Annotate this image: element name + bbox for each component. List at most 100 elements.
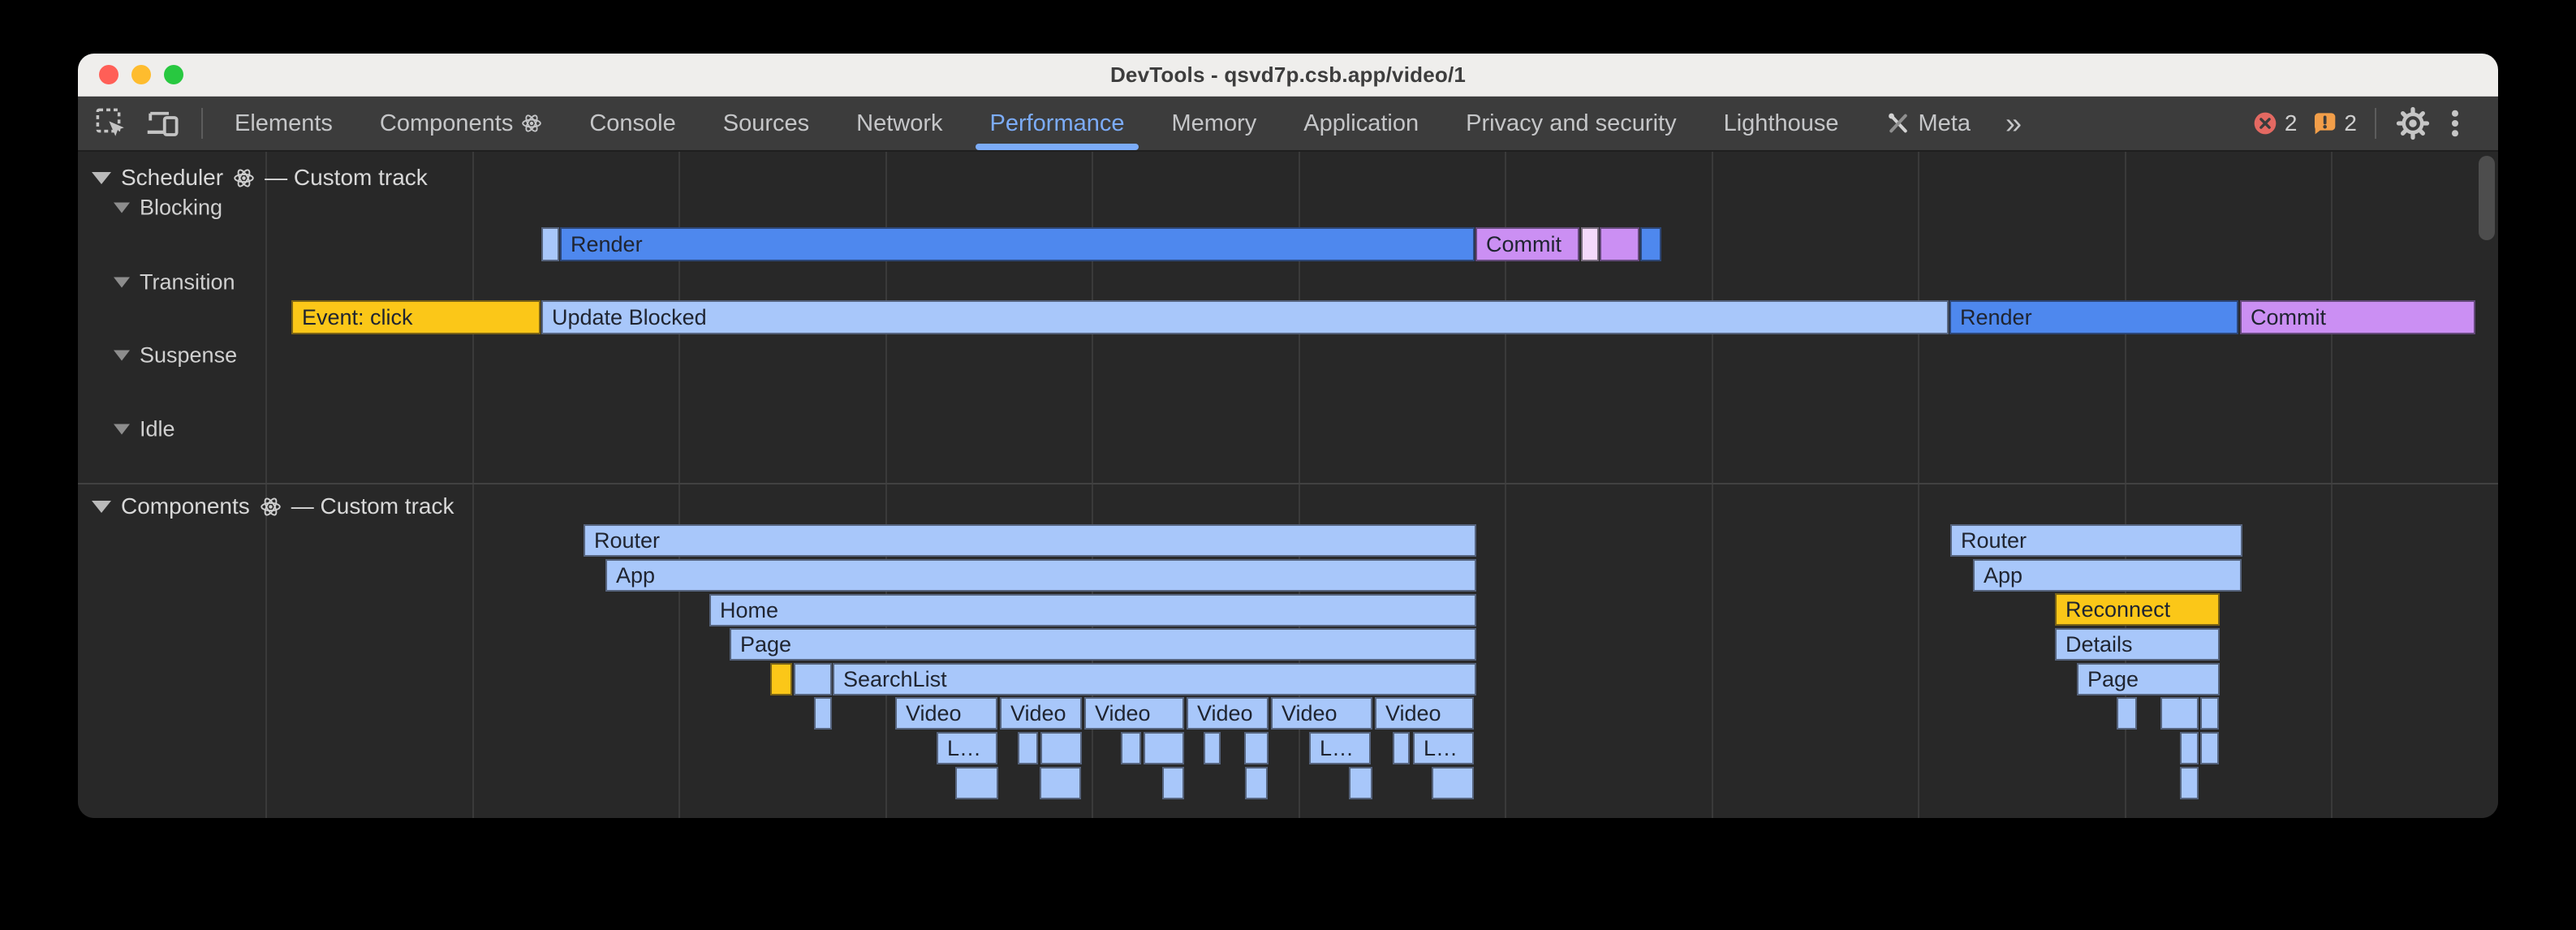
tab-console[interactable]: Console bbox=[566, 97, 699, 150]
flame-bar-page[interactable]: Page bbox=[2077, 663, 2220, 695]
flame-bar-l[interactable]: L… bbox=[937, 732, 997, 764]
flame-bar[interactable] bbox=[1245, 767, 1268, 799]
track-header-scheduler[interactable]: Scheduler— Custom track bbox=[92, 165, 428, 191]
collapse-triangle-icon[interactable] bbox=[92, 501, 111, 513]
kebab-menu-icon[interactable] bbox=[2441, 106, 2469, 140]
flame-bar-router[interactable]: Router bbox=[1950, 524, 2242, 557]
flame-bar[interactable] bbox=[1144, 732, 1184, 764]
zoom-button[interactable] bbox=[164, 65, 183, 84]
flame-bar[interactable] bbox=[1121, 732, 1141, 764]
flame-bar-l[interactable]: L… bbox=[1309, 732, 1371, 764]
flame-bar[interactable] bbox=[1204, 732, 1221, 764]
flame-bar-reconnect[interactable]: Reconnect bbox=[2055, 593, 2220, 626]
bar-label: L… bbox=[1320, 736, 1354, 761]
flame-bar-video[interactable]: Video bbox=[895, 697, 997, 730]
flame-bar-home[interactable]: Home bbox=[709, 594, 1476, 626]
tab-sources[interactable]: Sources bbox=[700, 97, 833, 150]
settings-gear-icon[interactable] bbox=[2396, 106, 2430, 140]
tab-label: Elements bbox=[235, 110, 333, 137]
inspect-element-icon[interactable] bbox=[94, 106, 128, 140]
flame-bar-page[interactable]: Page bbox=[730, 628, 1476, 661]
flame-bar-l[interactable]: L… bbox=[1413, 732, 1474, 764]
tab-network[interactable]: Network bbox=[833, 97, 966, 150]
flame-bar[interactable] bbox=[1040, 767, 1081, 799]
flame-bar-details[interactable]: Details bbox=[2055, 628, 2220, 661]
flame-bar[interactable] bbox=[1393, 732, 1410, 764]
flame-bar[interactable] bbox=[1244, 732, 1269, 764]
bar-label: Update Blocked bbox=[552, 305, 707, 330]
flame-bar-render[interactable]: Render bbox=[1949, 300, 2238, 334]
flame-bar-commit[interactable]: Commit bbox=[1475, 227, 1579, 261]
collapse-triangle-icon[interactable] bbox=[114, 203, 130, 213]
minimize-button[interactable] bbox=[131, 65, 151, 84]
flame-bar-video[interactable]: Video bbox=[1271, 697, 1372, 730]
flame-bar[interactable] bbox=[1600, 227, 1639, 261]
tab-memory[interactable]: Memory bbox=[1148, 97, 1281, 150]
flame-bar[interactable] bbox=[1640, 227, 1661, 261]
tab-privacy-and-security[interactable]: Privacy and security bbox=[1442, 97, 1700, 150]
tab-lighthouse[interactable]: Lighthouse bbox=[1700, 97, 1863, 150]
flame-bar-video[interactable]: Video bbox=[1084, 697, 1184, 730]
tab-elements[interactable]: Elements bbox=[211, 97, 356, 150]
flame-bar-app[interactable]: App bbox=[605, 559, 1476, 592]
flame-bar[interactable] bbox=[2160, 697, 2199, 730]
devtools-window: DevTools - qsvd7p.csb.app/video/1 Elemen… bbox=[78, 54, 2498, 818]
flame-bar[interactable] bbox=[814, 697, 832, 730]
issues-badge[interactable]: 2 bbox=[2311, 110, 2357, 136]
lane-blocking[interactable]: Blocking bbox=[114, 196, 222, 221]
flame-bar[interactable] bbox=[2117, 697, 2137, 730]
device-toolbar-icon[interactable] bbox=[144, 106, 182, 140]
flame-bar-video[interactable]: Video bbox=[1000, 697, 1082, 730]
flame-bar[interactable] bbox=[1349, 767, 1372, 799]
vertical-scrollbar-thumb[interactable] bbox=[2479, 156, 2495, 240]
flame-bar-event-click[interactable]: Event: click bbox=[291, 300, 541, 334]
flame-bar[interactable] bbox=[2200, 732, 2219, 764]
error-badge[interactable]: 2 bbox=[2252, 110, 2298, 136]
flame-bar[interactable] bbox=[1018, 732, 1038, 764]
bar-label: Commit bbox=[1486, 232, 1562, 257]
collapse-triangle-icon[interactable] bbox=[114, 351, 130, 361]
flame-bar[interactable] bbox=[1040, 732, 1082, 764]
time-gridline bbox=[265, 152, 267, 818]
title-bar[interactable]: DevTools - qsvd7p.csb.app/video/1 bbox=[78, 54, 2498, 97]
flame-bar[interactable] bbox=[1581, 227, 1599, 261]
flame-bar-commit[interactable]: Commit bbox=[2240, 300, 2475, 334]
flame-bar[interactable] bbox=[1162, 767, 1184, 799]
flame-bar-app[interactable]: App bbox=[1973, 559, 2242, 592]
flame-bar[interactable] bbox=[541, 227, 559, 261]
more-tabs-button[interactable]: » bbox=[1994, 106, 2033, 140]
flame-bar-video[interactable]: Video bbox=[1375, 697, 1474, 730]
flame-bar-video[interactable]: Video bbox=[1187, 697, 1269, 730]
collapse-triangle-icon[interactable] bbox=[114, 278, 130, 288]
tab-label: Meta bbox=[1919, 110, 1971, 137]
bar-label: Video bbox=[1197, 701, 1253, 726]
flame-bar[interactable] bbox=[2180, 732, 2199, 764]
close-button[interactable] bbox=[99, 65, 118, 84]
track-header-components[interactable]: Components— Custom track bbox=[92, 493, 454, 519]
tab-application[interactable]: Application bbox=[1280, 97, 1442, 150]
flame-bar[interactable] bbox=[1432, 767, 1474, 799]
tab-components[interactable]: Components bbox=[356, 97, 566, 150]
collapse-triangle-icon[interactable] bbox=[114, 424, 130, 435]
bar-label: Details bbox=[2066, 632, 2133, 657]
tab-meta[interactable]: Meta bbox=[1863, 97, 1994, 150]
bar-label: Page bbox=[740, 632, 791, 657]
flame-bar[interactable] bbox=[2200, 697, 2219, 730]
flame-bar[interactable] bbox=[794, 663, 832, 695]
tab-performance[interactable]: Performance bbox=[966, 97, 1148, 150]
flame-bar-update-blocked[interactable]: Update Blocked bbox=[541, 300, 1949, 334]
flame-bar-router[interactable]: Router bbox=[584, 524, 1476, 557]
collapse-triangle-icon[interactable] bbox=[92, 172, 111, 184]
timeline-panel[interactable]: Scheduler— Custom track Components— Custo… bbox=[78, 152, 2498, 818]
lane-idle[interactable]: Idle bbox=[114, 417, 175, 442]
flame-bar[interactable] bbox=[770, 663, 792, 695]
lane-suspense[interactable]: Suspense bbox=[114, 343, 237, 368]
tab-strip: ElementsComponentsConsoleSourcesNetworkP… bbox=[211, 97, 1994, 150]
track-name: Scheduler bbox=[121, 165, 223, 191]
flame-bar-searchlist[interactable]: SearchList bbox=[833, 663, 1476, 695]
bar-label: App bbox=[1984, 563, 2022, 588]
lane-transition[interactable]: Transition bbox=[114, 270, 235, 295]
flame-bar-render[interactable]: Render bbox=[560, 227, 1475, 261]
flame-bar[interactable] bbox=[2180, 767, 2199, 799]
flame-bar[interactable] bbox=[955, 767, 998, 799]
